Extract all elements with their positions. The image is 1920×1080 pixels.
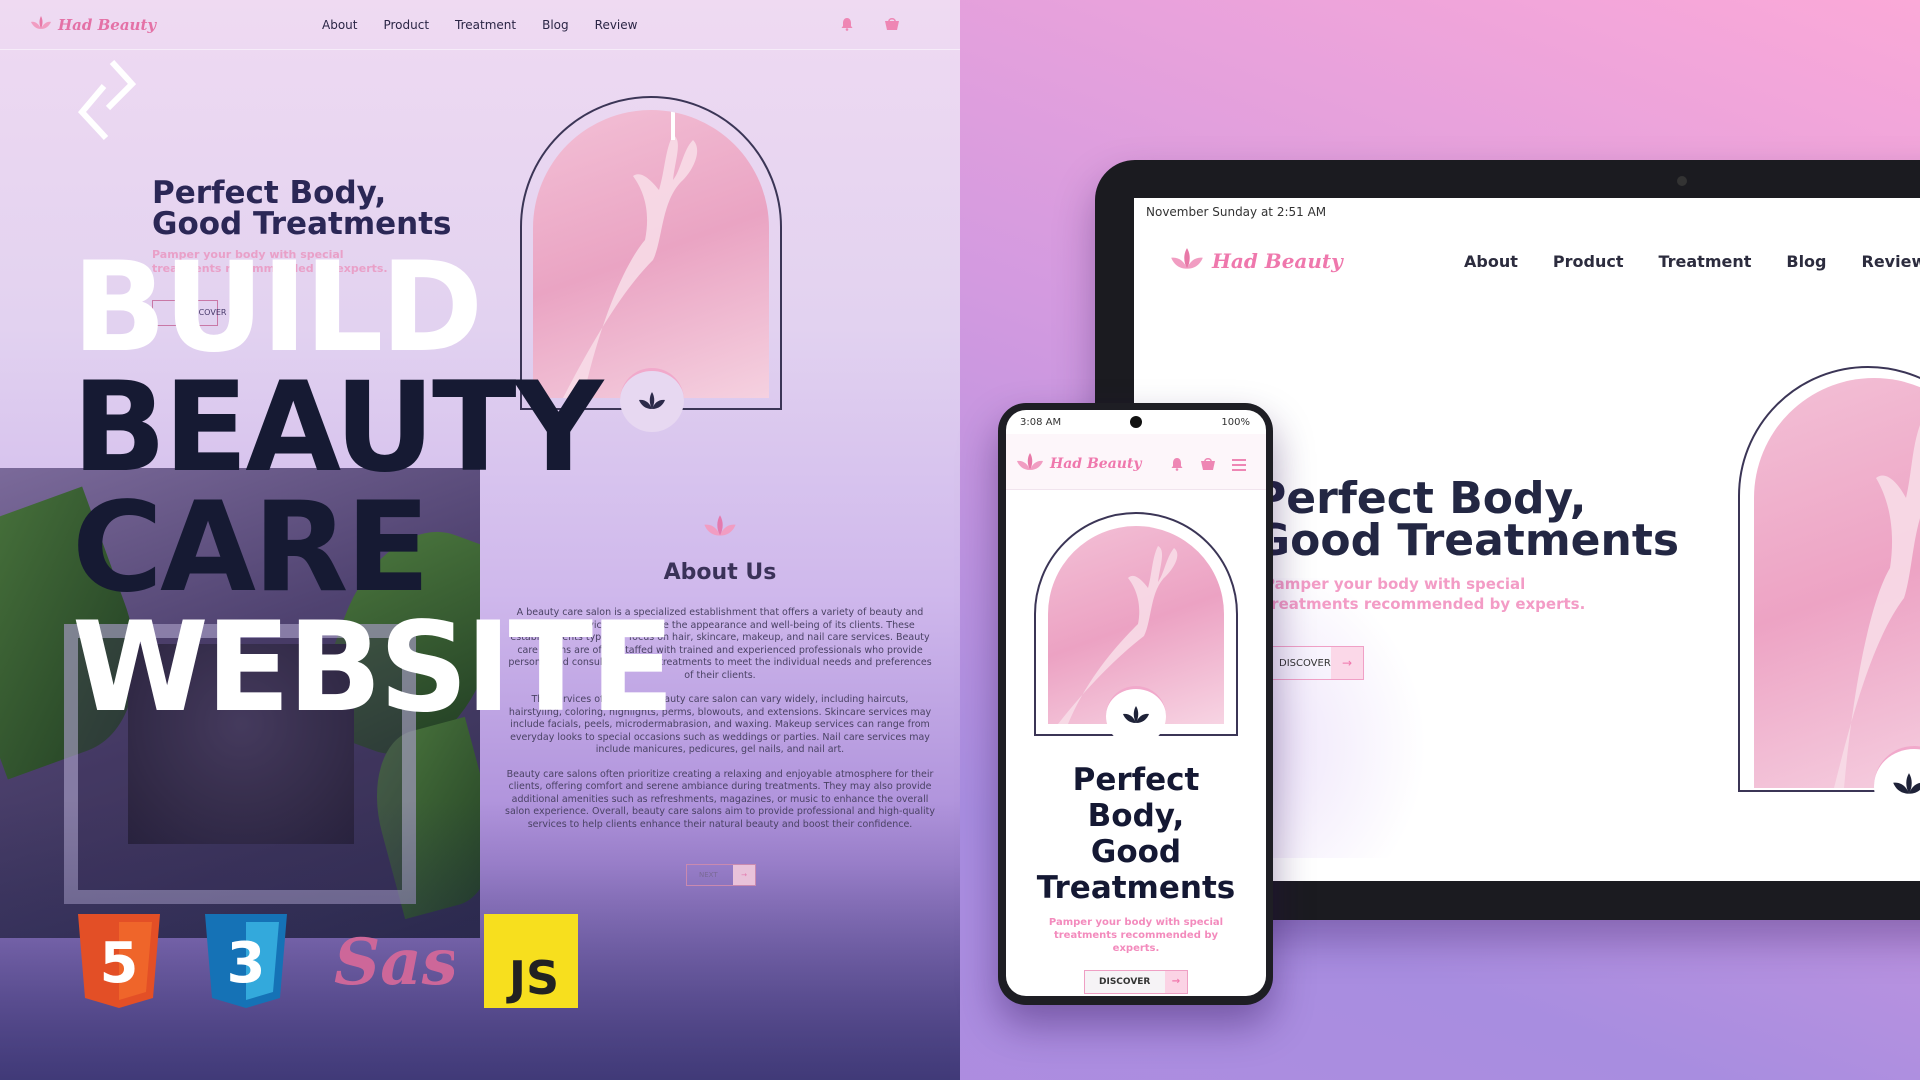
about-paragraph: Beauty care salons often prioritize crea… — [505, 768, 935, 830]
tablet-hero-title: Perfect Body, Good Treatments — [1254, 473, 1680, 566]
arrow-right-icon: → — [1331, 647, 1363, 679]
camera-icon — [1130, 416, 1142, 428]
lotus-icon — [30, 15, 52, 35]
tablet-hero-subtitle: Pamper your body with special treatments… — [1264, 575, 1586, 613]
cart-icon[interactable] — [1200, 456, 1216, 475]
nav-blog[interactable]: Blog — [1786, 252, 1826, 271]
camera-icon — [1677, 176, 1687, 186]
lotus-icon — [1122, 705, 1150, 729]
svg-text:3: 3 — [227, 931, 266, 996]
lotus-icon — [1016, 452, 1044, 476]
phone-hero-title: Perfect Body, Good Treatments — [1036, 762, 1236, 906]
tablet-status-bar: November Sunday at 2:51 AM — [1146, 205, 1327, 219]
phone-lotus-badge — [1106, 686, 1166, 746]
nav-about[interactable]: About — [1464, 252, 1518, 271]
brand-name: Had Beauty — [1050, 456, 1142, 472]
arrow-right-icon: → — [733, 865, 755, 885]
bell-icon[interactable] — [840, 16, 854, 35]
phone-nav-icons — [1170, 456, 1246, 475]
nav-treatment[interactable]: Treatment — [455, 18, 516, 32]
svg-text:Sass: Sass — [334, 925, 454, 1000]
lotus-icon — [703, 514, 737, 542]
thumbnail-title: BUILD BEAUTY CARE WEBSITE — [72, 236, 675, 740]
phone-hero-subtitle: Pamper your body with special treatments… — [1048, 917, 1224, 954]
hero-title: Perfect Body, Good Treatments — [152, 175, 452, 242]
brand-name: Had Beauty — [58, 16, 157, 34]
lotus-icon — [1892, 771, 1920, 801]
svg-text:JS: JS — [506, 951, 559, 1005]
phone-status-battery: 100% — [1221, 417, 1250, 428]
sass-icon: Sass — [330, 910, 494, 1010]
phone-screen: 3:08 AM 100% Had Beauty Perfect Body, Go… — [1006, 410, 1266, 996]
nav-icons — [840, 16, 900, 35]
javascript-icon: JS — [484, 914, 578, 1012]
brand-logo[interactable]: Had Beauty — [30, 15, 156, 35]
nav-product[interactable]: Product — [1553, 252, 1624, 271]
tablet-hand-image — [1754, 378, 1920, 788]
phone-discover-button[interactable]: DISCOVER → — [1084, 970, 1188, 994]
arrow-right-icon: → — [1165, 971, 1187, 993]
about-next-button[interactable]: NEXT → — [686, 864, 756, 886]
nav-treatment[interactable]: Treatment — [1658, 252, 1751, 271]
svg-text:5: 5 — [100, 931, 139, 996]
bell-icon[interactable] — [1170, 456, 1184, 475]
lotus-icon — [1170, 246, 1204, 276]
nav-about[interactable]: About — [322, 18, 357, 32]
desktop-preview-panel: Had Beauty About Product Treatment Blog … — [0, 0, 960, 1080]
html5-icon: 5 — [78, 914, 160, 1012]
cart-icon[interactable] — [884, 16, 900, 35]
brand-logo[interactable]: Had Beauty — [1170, 246, 1343, 276]
nav-review[interactable]: Review — [595, 18, 638, 32]
brand-name: Had Beauty — [1212, 249, 1343, 273]
nav-links: About Product Treatment Blog Review — [322, 18, 637, 32]
menu-icon[interactable] — [1232, 456, 1246, 475]
tablet-nav-links: About Product Treatment Blog Review — [1464, 252, 1920, 271]
nav-product[interactable]: Product — [383, 18, 429, 32]
channel-logo-icon — [76, 56, 137, 150]
site-navbar: Had Beauty About Product Treatment Blog … — [0, 0, 960, 50]
css3-icon: 3 — [205, 914, 287, 1012]
brand-logo[interactable]: Had Beauty — [1016, 452, 1142, 476]
nav-review[interactable]: Review — [1862, 252, 1920, 271]
nav-blog[interactable]: Blog — [542, 18, 569, 32]
phone-status-time: 3:08 AM — [1020, 417, 1062, 428]
